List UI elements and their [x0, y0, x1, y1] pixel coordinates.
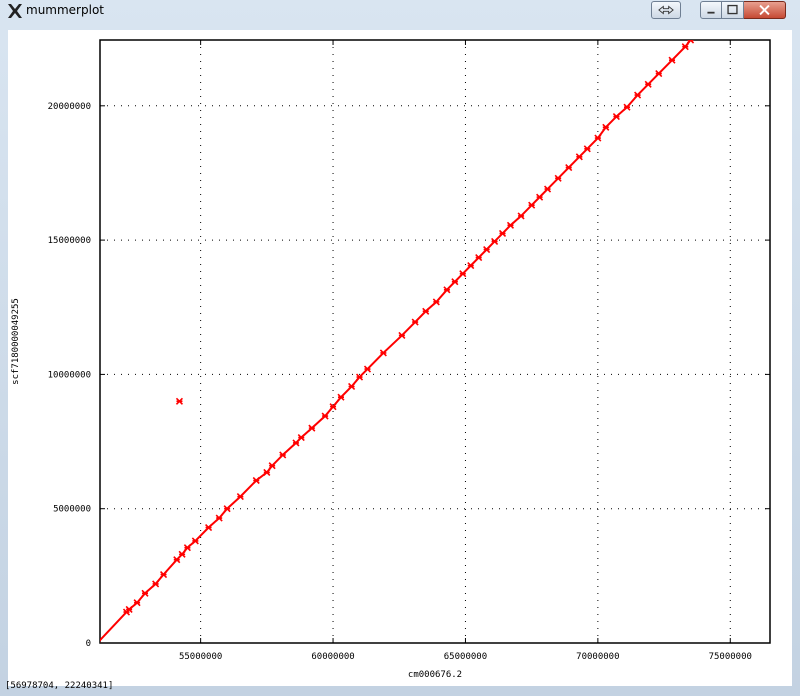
alignment-point — [337, 393, 345, 401]
alignment-point — [459, 270, 467, 278]
alignment-point — [536, 193, 544, 201]
maximize-button[interactable] — [722, 1, 744, 19]
alignment-point — [451, 278, 459, 286]
application-window: mummerplot 55000000 60000000 65000000 70000… — [0, 0, 800, 696]
alignment-point — [498, 229, 507, 237]
alignment-point — [623, 103, 631, 111]
alignment-point — [159, 570, 168, 579]
alignment-point — [173, 556, 181, 564]
alignment-point — [183, 544, 191, 552]
alignment-point — [363, 365, 372, 373]
alignment-point — [398, 331, 406, 340]
alignment-point — [379, 349, 387, 357]
maximize-icon — [727, 4, 738, 15]
x-tick-label: 70000000 — [576, 652, 619, 662]
alignment-point — [252, 476, 260, 485]
x-tick-label: 55000000 — [179, 652, 222, 662]
alignment-point — [528, 201, 536, 209]
alignment-point — [279, 451, 287, 459]
close-icon — [759, 4, 770, 16]
outlier-point — [175, 397, 184, 405]
alignment-point — [355, 373, 364, 381]
alignment-point — [321, 412, 329, 420]
alignment-point — [583, 145, 591, 153]
alignment-point — [634, 91, 642, 99]
x-tick-label: 65000000 — [444, 652, 487, 662]
y-tick-label: 15000000 — [48, 236, 91, 246]
alignment-point — [268, 462, 276, 470]
alignment-point — [655, 70, 663, 78]
alignment-point — [223, 505, 231, 513]
y-tick-label: 10000000 — [48, 370, 91, 380]
alignment-point — [506, 221, 515, 229]
alignment-point — [422, 307, 430, 315]
title-bar[interactable]: mummerplot — [0, 0, 800, 22]
close-button[interactable] — [744, 1, 786, 19]
alignment-point — [594, 134, 602, 142]
alignment-point — [133, 599, 141, 607]
alignment-point — [467, 262, 475, 270]
alignment-point — [554, 174, 562, 182]
alignment-point — [348, 382, 356, 391]
x-axis-label: cm000676.2 — [408, 670, 462, 680]
alignment-point — [292, 439, 300, 447]
y-tick-label: 0 — [86, 639, 91, 649]
alignment-point — [191, 537, 199, 545]
alignment-point — [543, 185, 552, 193]
alignment-point — [483, 245, 491, 254]
alignment-point — [443, 286, 451, 294]
alignment-point — [612, 112, 620, 121]
y-tick-label: 20000000 — [48, 102, 91, 112]
x11-icon — [6, 2, 24, 20]
resize-icon — [658, 5, 674, 15]
alignment-point — [668, 56, 676, 64]
alignment-point — [205, 523, 213, 532]
alignment-point — [475, 253, 483, 262]
alignment-point — [152, 580, 160, 588]
x-tick-label: 75000000 — [709, 652, 752, 662]
cursor-coordinates: [56978704, 22240341] — [5, 681, 114, 691]
alignment-point — [686, 40, 695, 44]
y-axis-label: scf7180000049255 — [11, 298, 21, 385]
alignment-point — [602, 123, 610, 131]
alignment-point — [178, 550, 186, 558]
window-title: mummerplot — [26, 3, 104, 17]
minimize-button[interactable] — [700, 1, 722, 19]
plot-area[interactable]: 55000000 60000000 65000000 70000000 75000000… — [8, 30, 792, 686]
alignment-point — [141, 589, 149, 597]
dot-plot[interactable]: 55000000 60000000 65000000 70000000 75000000… — [8, 30, 792, 686]
alignment-point — [644, 80, 652, 88]
alignment-point — [411, 318, 419, 326]
alignment-point — [491, 237, 499, 246]
alignment-point — [565, 164, 573, 172]
resize-button[interactable] — [651, 1, 681, 19]
alignment-point — [681, 43, 689, 51]
y-tick-label: 5000000 — [53, 505, 91, 515]
x-tick-label: 60000000 — [311, 652, 354, 662]
minimize-icon — [707, 11, 715, 14]
alignment-point — [263, 468, 271, 477]
alignment-point — [308, 424, 316, 432]
alignment-point — [517, 212, 525, 220]
alignment-point — [432, 298, 440, 306]
alignment-point — [297, 433, 305, 442]
alignment-line — [100, 40, 692, 642]
alignment-point — [215, 514, 223, 522]
alignment-point — [575, 153, 583, 161]
alignment-point — [236, 493, 244, 501]
